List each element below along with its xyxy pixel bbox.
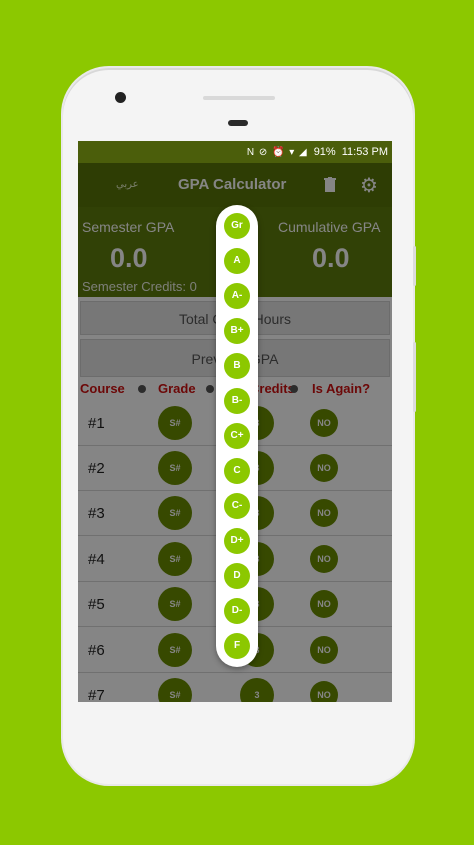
grade-option-a[interactable]: A: [224, 248, 250, 274]
course-number: #7: [88, 687, 105, 702]
front-camera: [115, 92, 126, 103]
clock: 11:53 PM: [341, 146, 388, 158]
battery-level: 91%: [313, 146, 336, 158]
grade-option-b-plus[interactable]: B+: [224, 318, 250, 344]
dot-icon: [138, 385, 146, 393]
gear-icon[interactable]: ⚙: [360, 173, 378, 198]
grade-header: Grade: [158, 381, 196, 396]
credits-selector[interactable]: 3: [240, 678, 274, 702]
grade-selector[interactable]: S#: [158, 451, 192, 485]
dot-icon: [290, 385, 298, 393]
grade-selector[interactable]: S#: [158, 678, 192, 702]
grade-selector[interactable]: S#: [158, 496, 192, 530]
status-icons: N ⊘ ⏰ ▾ ◢: [246, 146, 308, 158]
app-screen: N ⊘ ⏰ ▾ ◢ 91% 11:53 PM عربي GPA Calculat…: [78, 141, 392, 702]
again-toggle[interactable]: NO: [310, 545, 338, 573]
grade-selector[interactable]: S#: [158, 587, 192, 621]
semester-gpa-label: Semester GPA: [82, 219, 175, 235]
grade-selector[interactable]: S#: [158, 542, 192, 576]
power-button: [413, 342, 416, 412]
app-title: GPA Calculator: [178, 176, 287, 193]
cumulative-gpa-value: 0.0: [312, 243, 350, 273]
course-number: #4: [88, 551, 105, 568]
course-number: #5: [88, 596, 105, 613]
grade-picker: Gr A A- B+ B B- C+ C C- D+ D D- F: [216, 205, 258, 667]
grade-option-d-plus[interactable]: D+: [224, 528, 250, 554]
cumulative-gpa-label: Cumulative GPA: [278, 219, 381, 235]
course-number: #3: [88, 505, 105, 522]
again-header: Is Again?: [312, 381, 371, 396]
grade-selector[interactable]: S#: [158, 633, 192, 667]
again-toggle[interactable]: NO: [310, 454, 338, 482]
semester-gpa-value: 0.0: [110, 243, 148, 273]
grade-option-b-minus[interactable]: B-: [224, 388, 250, 414]
grade-option-f[interactable]: F: [224, 633, 250, 659]
again-toggle[interactable]: NO: [310, 636, 338, 664]
grade-option-d-minus[interactable]: D-: [224, 598, 250, 624]
trash-icon[interactable]: [324, 177, 336, 192]
grade-option-b[interactable]: B: [224, 353, 250, 379]
table-row: #7 S# 3 NO: [78, 673, 392, 702]
status-bar: N ⊘ ⏰ ▾ ◢ 91% 11:53 PM: [78, 141, 392, 163]
course-number: #2: [88, 460, 105, 477]
dot-icon: [206, 385, 214, 393]
grade-option-c[interactable]: C: [224, 458, 250, 484]
grade-option-gr[interactable]: Gr: [224, 213, 250, 239]
course-number: #1: [88, 415, 105, 432]
semester-credits-label: Semester Credits: 0: [82, 279, 197, 294]
volume-button: [413, 246, 416, 286]
proximity-sensor: [228, 120, 248, 126]
grade-option-c-minus[interactable]: C-: [224, 493, 250, 519]
course-number: #6: [88, 642, 105, 659]
grade-option-c-plus[interactable]: C+: [224, 423, 250, 449]
earpiece-speaker: [203, 96, 275, 100]
again-toggle[interactable]: NO: [310, 590, 338, 618]
again-toggle[interactable]: NO: [310, 409, 338, 437]
grade-selector[interactable]: S#: [158, 406, 192, 440]
grade-option-a-minus[interactable]: A-: [224, 283, 250, 309]
again-toggle[interactable]: NO: [310, 499, 338, 527]
course-header: Course: [80, 381, 125, 396]
app-bar: عربي GPA Calculator ⚙: [78, 163, 392, 207]
grade-option-d[interactable]: D: [224, 563, 250, 589]
again-toggle[interactable]: NO: [310, 681, 338, 702]
language-toggle[interactable]: عربي: [116, 179, 139, 190]
